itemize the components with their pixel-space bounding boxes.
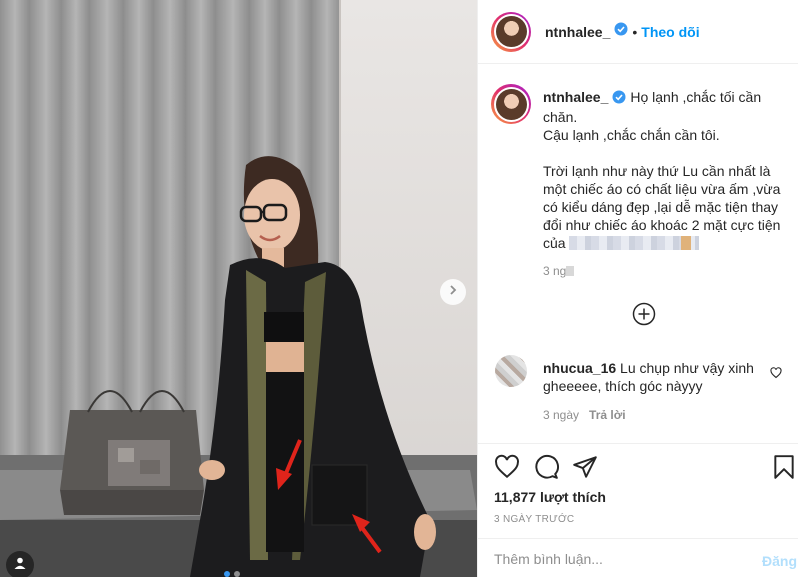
reply-button[interactable]: Trả lời	[589, 408, 626, 422]
comment: nhucua_16 Lu chụp như vậy xinh gheeeee, …	[543, 359, 768, 395]
verified-badge-icon	[612, 90, 626, 108]
bookmark-icon	[774, 455, 794, 479]
post-details-panel: ntnhalee_ • Theo dõi ntnhalee_ Họ lạnh ,c…	[477, 0, 798, 577]
comment-button[interactable]	[533, 454, 559, 485]
comment-time: 3 ngày	[543, 408, 580, 422]
commenter-avatar[interactable]	[495, 355, 527, 387]
user-tag-button[interactable]	[6, 551, 34, 577]
carousel-indicator	[224, 571, 240, 577]
post-comment-button[interactable]: Đăng	[762, 553, 797, 569]
post-date: 3 NGÀY TRƯỚC	[494, 514, 575, 525]
load-more-comments-button[interactable]	[632, 302, 656, 326]
avatar[interactable]	[491, 11, 531, 52]
commenter-username[interactable]: nhucua_16	[543, 360, 616, 376]
blurred-brand	[569, 236, 700, 250]
chevron-right-icon	[447, 283, 459, 301]
save-button[interactable]	[772, 454, 796, 485]
instagram-post-window: ntnhalee_ • Theo dõi ntnhalee_ Họ lạnh ,c…	[0, 0, 798, 577]
add-comment-bar: Đăng	[478, 538, 798, 577]
share-button[interactable]	[572, 454, 598, 485]
user-tag-icon	[13, 556, 27, 575]
author-username[interactable]: ntnhalee_	[545, 24, 610, 40]
caption-time: 3 ng	[543, 264, 575, 278]
carousel-dot	[224, 571, 230, 577]
heart-icon	[770, 366, 782, 383]
post-image	[0, 0, 477, 577]
paper-plane-icon	[573, 456, 597, 478]
next-slide-button[interactable]	[440, 279, 466, 305]
verified-badge-icon	[614, 22, 628, 41]
caption-line: Cậu lạnh ,chắc chắn cần tôi.	[543, 127, 720, 143]
follow-button[interactable]: Theo dõi	[641, 24, 699, 40]
caption-username[interactable]: ntnhalee_	[543, 89, 608, 105]
caption-time-text: 3 ng	[543, 264, 567, 278]
separator: •	[632, 23, 638, 40]
caption-avatar[interactable]	[491, 84, 531, 124]
like-comment-button[interactable]	[770, 366, 782, 384]
caption-line	[543, 144, 788, 162]
carousel-dot	[234, 571, 240, 577]
heart-icon	[495, 454, 519, 479]
action-bar	[478, 452, 798, 484]
comment-meta: 3 ngày Trả lời	[543, 408, 626, 422]
comment-input[interactable]	[494, 547, 734, 571]
post-header: ntnhalee_ • Theo dõi	[478, 0, 798, 64]
comment-bubble-icon	[535, 454, 559, 479]
comments-section: ntnhalee_ Họ lạnh ,chắc tối cần chăn. Cậu…	[478, 64, 798, 444]
caption: ntnhalee_ Họ lạnh ,chắc tối cần chăn. Cậu…	[543, 88, 788, 252]
post-photo[interactable]	[0, 0, 477, 577]
plus-circle-icon	[632, 302, 656, 330]
like-button[interactable]	[494, 454, 520, 485]
likes-count[interactable]: 11,877 lượt thích	[494, 489, 606, 505]
